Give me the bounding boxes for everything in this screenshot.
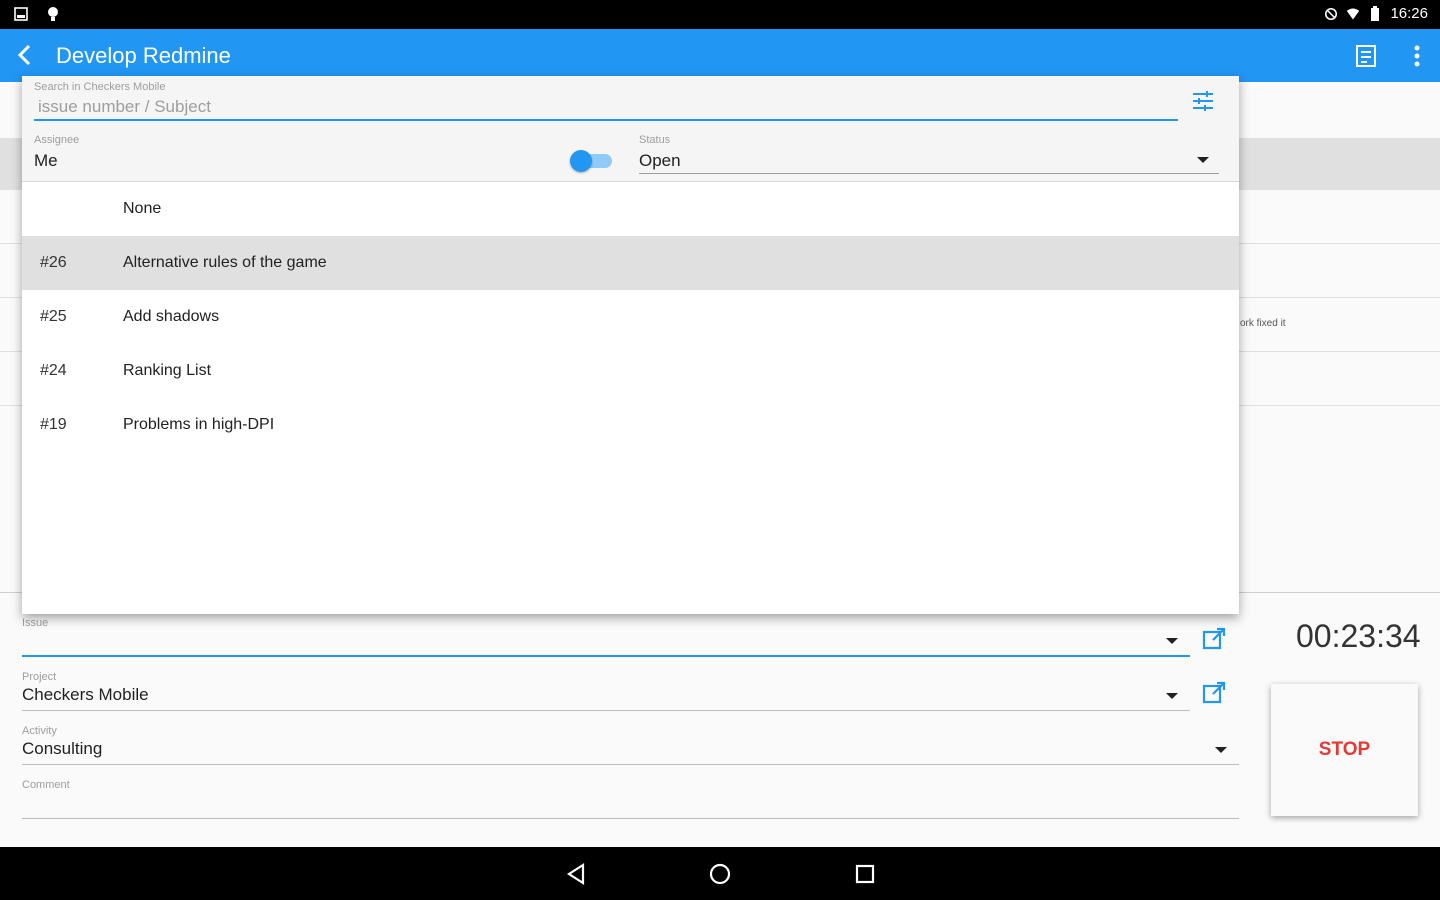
project-field[interactable]: Project Checkers Mobile	[22, 671, 1190, 711]
issue-item-25[interactable]: #25 Add shadows	[22, 290, 1239, 344]
nav-home-icon[interactable]	[707, 861, 733, 887]
project-value: Checkers Mobile	[22, 685, 149, 704]
activity-underline	[22, 764, 1239, 765]
stop-button[interactable]: STOP	[1271, 684, 1418, 816]
nav-recents-icon[interactable]	[852, 861, 878, 887]
issue-field[interactable]: Issue	[22, 617, 1190, 657]
issue-item-26[interactable]: #26 Alternative rules of the game	[22, 236, 1239, 290]
issue-number: #26	[40, 254, 67, 271]
activity-label: Activity	[22, 725, 57, 737]
page-title: Develop Redmine	[56, 43, 231, 68]
screenshot-notification-icon	[14, 7, 28, 21]
status-bar: 16:26	[0, 0, 1440, 29]
open-issue-external-icon[interactable]	[1201, 626, 1227, 652]
lightbulb-notification-icon	[48, 7, 58, 21]
search-label: Search in Checkers Mobile	[34, 81, 166, 93]
open-project-external-icon[interactable]	[1201, 680, 1227, 706]
nav-back-icon[interactable]	[563, 861, 589, 887]
issue-list: None #26 Alternative rules of the game #…	[22, 182, 1239, 452]
do-not-disturb-icon	[1325, 7, 1338, 20]
assignee-label: Assignee	[34, 134, 80, 146]
wifi-icon	[1347, 8, 1360, 19]
navigation-bar	[0, 847, 1440, 900]
issue-subject: Alternative rules of the game	[123, 254, 327, 271]
issue-item-19[interactable]: #19 Problems in high-DPI	[22, 398, 1239, 452]
report-icon[interactable]	[1354, 43, 1380, 69]
issue-dropdown-icon[interactable]	[1166, 638, 1178, 644]
more-vert-icon[interactable]	[1410, 43, 1424, 69]
app-bar: Develop Redmine	[0, 29, 1440, 82]
background-snippet: ork fixed it	[1240, 318, 1286, 329]
back-arrow-icon[interactable]	[12, 41, 40, 69]
activity-field[interactable]: Activity Consulting	[22, 725, 1239, 765]
comment-label: Comment	[22, 779, 70, 791]
toggle-knob	[570, 150, 592, 172]
issue-label: Issue	[22, 617, 49, 629]
activity-value: Consulting	[22, 739, 103, 758]
issue-item-24[interactable]: #24 Ranking List	[22, 344, 1239, 398]
issue-number: #24	[40, 362, 67, 379]
issue-number: #19	[40, 416, 67, 433]
status-value: Open	[639, 151, 681, 170]
clock: 16:26	[1390, 5, 1428, 22]
filter-settings-icon[interactable]	[1190, 88, 1216, 114]
status-label: Status	[639, 134, 671, 146]
issue-picker-dialog: Search in Checkers Mobile Assignee Me St…	[22, 76, 1239, 614]
assignee-value: Me	[34, 151, 58, 170]
issue-underline	[22, 655, 1190, 657]
issue-subject: Add shadows	[123, 308, 220, 325]
status-dropdown-icon	[1197, 157, 1209, 163]
project-underline	[22, 710, 1190, 711]
comment-underline	[22, 818, 1239, 819]
issue-item-none[interactable]: None	[22, 182, 1239, 236]
issue-picker-header: Search in Checkers Mobile Assignee Me St…	[22, 76, 1239, 182]
issue-number: #25	[40, 308, 67, 325]
issue-subject: Problems in high-DPI	[123, 416, 275, 433]
issue-subject: Ranking List	[123, 362, 212, 379]
project-label: Project	[22, 671, 57, 683]
elapsed-timer: 00:23:34	[1296, 618, 1421, 654]
issue-subject: None	[123, 200, 162, 217]
activity-dropdown-icon[interactable]	[1215, 747, 1227, 753]
comment-field[interactable]: Comment	[22, 779, 1239, 819]
project-dropdown-icon[interactable]	[1166, 693, 1178, 699]
battery-icon	[1371, 5, 1380, 21]
search-input[interactable]	[34, 94, 1178, 121]
assignee-toggle[interactable]	[570, 150, 614, 172]
status-select[interactable]: Open	[639, 148, 1219, 174]
